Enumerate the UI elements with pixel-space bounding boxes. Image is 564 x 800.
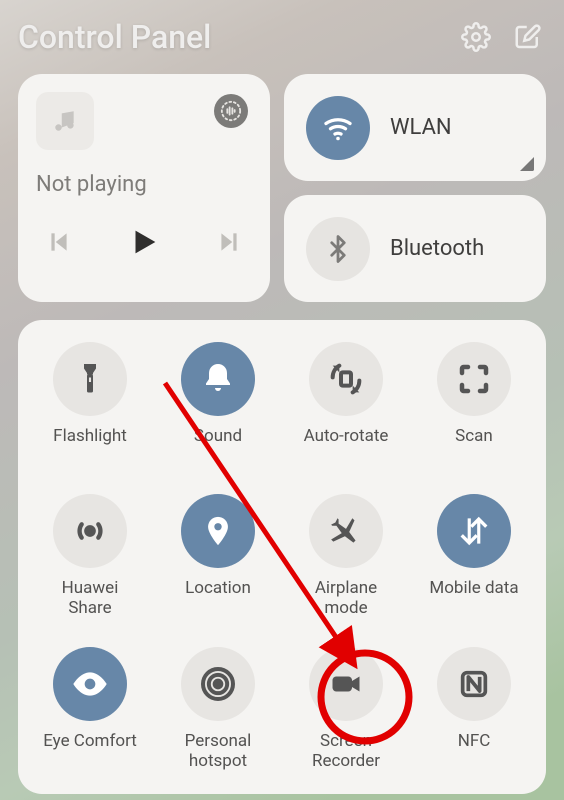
toggle-flashlight[interactable]: Flashlight [26,342,154,466]
toggle-label: Auto-rotate [304,426,389,466]
skip-forward-icon [216,229,242,255]
hotspot-icon [181,647,255,721]
toggle-huaweishare[interactable]: Huawei Share [26,494,154,619]
toggle-location[interactable]: Location [154,494,282,619]
wlan-icon-circle [306,96,370,160]
wlan-tile[interactable]: WLAN [284,74,546,181]
toggle-label: Mobile data [429,578,518,618]
supervoice-button[interactable] [214,94,248,128]
bluetooth-icon [323,234,353,264]
toggle-sound[interactable]: Sound [154,342,282,466]
location-icon [181,494,255,568]
toggle-label: Eye Comfort [43,731,137,771]
scan-icon [437,342,511,416]
expand-indicator-icon [520,157,534,171]
toggle-label: Screen Recorder [312,731,380,772]
gear-icon [461,22,491,52]
airplane-icon [309,494,383,568]
camera-icon [309,647,383,721]
data-icon [437,494,511,568]
toggle-label: NFC [458,731,491,771]
quick-settings-card: Flashlight Sound Auto-rotate Scan Huawei Sha… [18,320,546,794]
toggle-airplane[interactable]: Airplane mode [282,494,410,619]
toggle-hotspot[interactable]: Personal hotspot [154,647,282,772]
media-status: Not playing [36,172,252,197]
wifi-icon [320,110,356,146]
settings-button[interactable] [458,19,494,55]
toggle-eyecomfort[interactable]: Eye Comfort [26,647,154,772]
next-track-button[interactable] [216,229,242,255]
rotate-icon [309,342,383,416]
toggle-label: Location [185,578,251,618]
toggle-nfc[interactable]: NFC [410,647,538,772]
skip-back-icon [46,229,72,255]
toggle-screenrecorder[interactable]: Screen Recorder [282,647,410,772]
bluetooth-tile[interactable]: Bluetooth [284,195,546,302]
wlan-label: WLAN [390,115,452,140]
toggle-label: Airplane mode [315,578,377,619]
edit-button[interactable] [510,19,546,55]
flashlight-icon [53,342,127,416]
toggle-label: Flashlight [53,426,127,466]
toggle-label: Personal hotspot [185,731,252,772]
bell-icon [181,342,255,416]
prev-track-button[interactable] [46,229,72,255]
toggle-label: Scan [455,426,493,466]
media-card[interactable]: Not playing [18,74,270,302]
nfc-icon [437,647,511,721]
play-button[interactable] [127,225,161,259]
toggle-label: Sound [194,426,242,466]
edit-icon [513,22,543,52]
play-icon [127,225,161,259]
eye-icon [53,647,127,721]
header: Control Panel [18,18,546,56]
bluetooth-label: Bluetooth [390,236,484,261]
broadcast-icon [53,494,127,568]
toggle-mobiledata[interactable]: Mobile data [410,494,538,619]
toggle-label: Huawei Share [62,578,119,619]
album-art-placeholder [36,92,94,150]
music-note-icon [52,108,78,134]
bluetooth-icon-circle [306,217,370,281]
audio-output-icon [220,100,242,122]
toggle-scan[interactable]: Scan [410,342,538,466]
page-title: Control Panel [18,18,442,56]
toggle-autorotate[interactable]: Auto-rotate [282,342,410,466]
